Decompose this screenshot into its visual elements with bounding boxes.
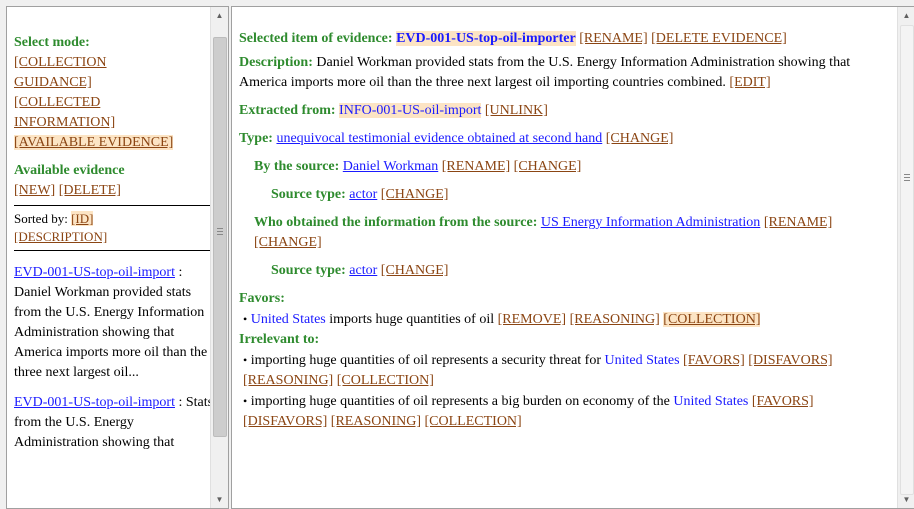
mode-available-evidence[interactable]: [AVAILABLE EVIDENCE] [14, 135, 174, 150]
bullet: • [243, 353, 248, 367]
extracted-from-value[interactable]: INFO-001-US-oil-import [339, 103, 482, 118]
irrelevant-entity-2[interactable]: United States [673, 394, 748, 409]
scroll-up-arrow-icon[interactable]: ▲ [898, 7, 914, 24]
favors-button-2[interactable]: [FAVORS] [752, 394, 814, 409]
evidence-item-id[interactable]: EVD-001-US-top-oil-import [14, 395, 175, 410]
sort-by-description-button[interactable]: [DESCRIPTION] [14, 229, 107, 244]
reasoning-button-2[interactable]: [REASONING] [331, 414, 421, 429]
scrollbar-thumb[interactable] [213, 37, 227, 437]
favors-entity[interactable]: United States [251, 312, 326, 327]
left-frame: Select mode: [COLLECTION GUIDANCE] [COLL… [6, 6, 229, 509]
disfavors-button-1[interactable]: [DISFAVORS] [748, 353, 832, 368]
source-name-link[interactable]: Daniel Workman [343, 159, 438, 174]
mode-collection-guidance[interactable]: [COLLECTION GUIDANCE] [14, 53, 214, 93]
evidence-list-item[interactable]: EVD-001-US-top-oil-import : Stats from t… [14, 393, 214, 453]
divider [14, 250, 212, 251]
irrelevant-to-label: Irrelevant to: [239, 332, 320, 347]
available-evidence-title: Available evidence [14, 163, 125, 178]
rename-obtainer-button[interactable]: [RENAME] [764, 215, 832, 230]
description-label: Description: [239, 55, 313, 70]
scroll-up-arrow-icon[interactable]: ▲ [211, 7, 228, 24]
right-frame: Selected item of evidence: EVD-001-US-to… [231, 6, 914, 509]
mode-collected-information[interactable]: [COLLECTED INFORMATION] [14, 93, 214, 133]
scroll-down-arrow-icon[interactable]: ▼ [211, 491, 228, 508]
favors-hypothesis-text: imports huge quantities of oil [329, 312, 495, 327]
extracted-from-label: Extracted from: [239, 103, 336, 118]
type-value-link[interactable]: unequivocal testimonial evidence obtaine… [276, 131, 602, 146]
scrollbar-track[interactable] [900, 25, 914, 495]
divider [14, 205, 212, 206]
change-source-button[interactable]: [CHANGE] [514, 159, 582, 174]
source-type-label-2: Source type: [271, 263, 346, 278]
by-the-source-label: By the source: [254, 159, 340, 174]
remove-favor-button[interactable]: [REMOVE] [498, 312, 566, 327]
scroll-down-arrow-icon[interactable]: ▼ [898, 491, 914, 508]
evidence-list-item[interactable]: EVD-001-US-top-oil-import : Daniel Workm… [14, 263, 214, 383]
unlink-button[interactable]: [UNLINK] [485, 103, 548, 118]
evidence-item-text: : Daniel Workman provided stats from the… [14, 265, 208, 380]
selected-evidence-label: Selected item of evidence: [239, 31, 393, 46]
obtainer-link[interactable]: US Energy Information Administration [541, 215, 760, 230]
who-obtained-label: Who obtained the information from the so… [254, 215, 538, 230]
reasoning-favor-button[interactable]: [REASONING] [570, 312, 660, 327]
left-content: Select mode: [COLLECTION GUIDANCE] [COLL… [7, 7, 214, 453]
disfavors-button-2[interactable]: [DISFAVORS] [243, 414, 327, 429]
new-evidence-button[interactable]: [NEW] [14, 183, 55, 198]
rename-source-button[interactable]: [RENAME] [442, 159, 510, 174]
sorted-by-label: Sorted by: [14, 211, 68, 226]
source-type-link-2[interactable]: actor [349, 263, 377, 278]
delete-selected-evidence-button[interactable]: [DELETE EVIDENCE] [651, 31, 787, 46]
change-obtainer-button[interactable]: [CHANGE] [254, 235, 322, 250]
reasoning-button-1[interactable]: [REASONING] [243, 373, 333, 388]
bullet: • [243, 312, 248, 326]
edit-description-button[interactable]: [EDIT] [729, 75, 770, 90]
left-scrollbar[interactable]: ▲ ▼ [210, 7, 228, 508]
selected-evidence-id: EVD-001-US-top-oil-importer [396, 31, 576, 46]
right-content: Selected item of evidence: EVD-001-US-to… [232, 7, 897, 432]
mode-collected-line2[interactable]: INFORMATION] [14, 115, 115, 130]
mode-collection-line1[interactable]: [COLLECTION [14, 55, 107, 70]
collection-button-2[interactable]: [COLLECTION] [425, 414, 522, 429]
change-source-type-button-2[interactable]: [CHANGE] [381, 263, 449, 278]
irrelevant-entity-1[interactable]: United States [605, 353, 680, 368]
irrelevant-hypothesis-text-2: importing huge quantities of oil represe… [250, 394, 670, 409]
change-type-button[interactable]: [CHANGE] [606, 131, 674, 146]
favors-button-1[interactable]: [FAVORS] [683, 353, 745, 368]
evidence-item-id[interactable]: EVD-001-US-top-oil-import [14, 265, 175, 280]
sort-by-id-button[interactable]: [ID] [71, 211, 94, 226]
change-source-type-button[interactable]: [CHANGE] [381, 187, 449, 202]
favors-label: Favors: [239, 291, 285, 306]
type-label: Type: [239, 131, 273, 146]
bullet: • [243, 394, 248, 408]
collection-button-1[interactable]: [COLLECTION] [337, 373, 434, 388]
mode-collected-line1[interactable]: [COLLECTED [14, 95, 100, 110]
right-scrollbar[interactable]: ▲ ▼ [897, 7, 914, 508]
mode-collection-line2[interactable]: GUIDANCE] [14, 75, 92, 90]
rename-evidence-button[interactable]: [RENAME] [579, 31, 647, 46]
source-type-link[interactable]: actor [349, 187, 377, 202]
collection-favor-button[interactable]: [COLLECTION] [663, 312, 761, 327]
select-mode-label: Select mode: [14, 35, 90, 50]
source-type-label: Source type: [271, 187, 346, 202]
irrelevant-hypothesis-text-1: importing huge quantities of oil represe… [250, 353, 601, 368]
delete-evidence-button[interactable]: [DELETE] [59, 183, 121, 198]
